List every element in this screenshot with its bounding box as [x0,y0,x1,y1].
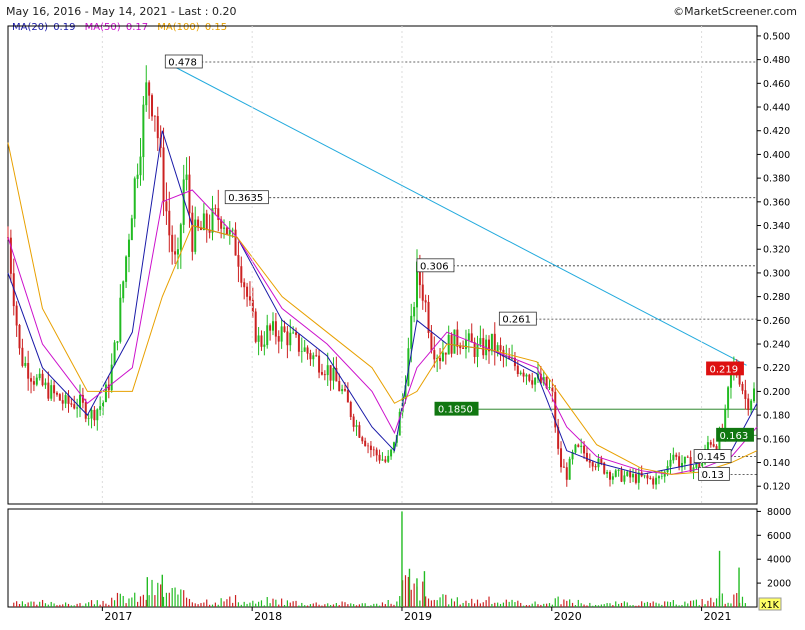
price-y-tick-label: 0.340 [763,221,790,232]
price-y-tick-label: 0.460 [763,79,790,90]
price-y-tick-label: 0.120 [763,482,790,493]
x-tick-label: 2017 [104,610,132,623]
volume-y-tick-label: 4000 [767,555,791,566]
price-y-tick-label: 0.380 [763,174,790,185]
level-label: 0.163 [720,431,749,442]
volume-unit-label: x1K [761,600,780,611]
level-label: 0.1850 [438,405,473,416]
x-tick-label: 2020 [554,610,582,623]
price-y-tick-label: 0.160 [763,434,790,445]
price-y-tick-label: 0.480 [763,55,790,66]
stock-chart: 0.500 0.480 0.460 0.440 0.420 0.400 0.380 0.360… [7,25,791,623]
price-y-tick-label: 0.240 [763,340,790,351]
volume-panel: 8000 6000 4000 2000 x1K [7,507,791,611]
volume-y-tick-label: 2000 [767,579,791,590]
level-label: 0.261 [502,315,531,326]
level-label: 0.478 [168,57,197,68]
price-y-tick-label: 0.220 [763,363,790,374]
price-y-tick-label: 0.280 [763,292,790,303]
price-y-tick-label: 0.360 [763,197,790,208]
level-label: 0.13 [702,470,724,481]
price-panel-frame [7,25,758,505]
volume-y-tick-label: 6000 [767,531,791,542]
price-panel: 0.500 0.480 0.460 0.440 0.420 0.400 0.380 0.360… [7,25,790,505]
price-y-tick-label: 0.300 [763,268,790,279]
price-y-tick-label: 0.440 [763,103,790,114]
volume-y-tick-label: 8000 [767,507,791,518]
x-tick-label: 2019 [404,610,432,623]
level-label: 0.219 [710,364,739,375]
price-y-tick-label: 0.500 [763,31,790,42]
x-tick-label: 2018 [254,610,282,623]
price-y-tick-label: 0.400 [763,150,790,161]
level-label: 0.306 [420,261,449,272]
price-y-tick-label: 0.180 [763,411,790,422]
volume-panel-frame [7,508,758,608]
price-y-tick-label: 0.260 [763,316,790,327]
x-tick-label: 2021 [704,610,732,623]
level-label: 0.3635 [228,193,263,204]
price-y-tick-label: 0.200 [763,387,790,398]
x-axis: 201620172018201920202021 [101,26,732,623]
price-y-tick-label: 0.320 [763,245,790,256]
price-y-tick-label: 0.140 [763,458,790,469]
price-y-tick-label: 0.420 [763,126,790,137]
